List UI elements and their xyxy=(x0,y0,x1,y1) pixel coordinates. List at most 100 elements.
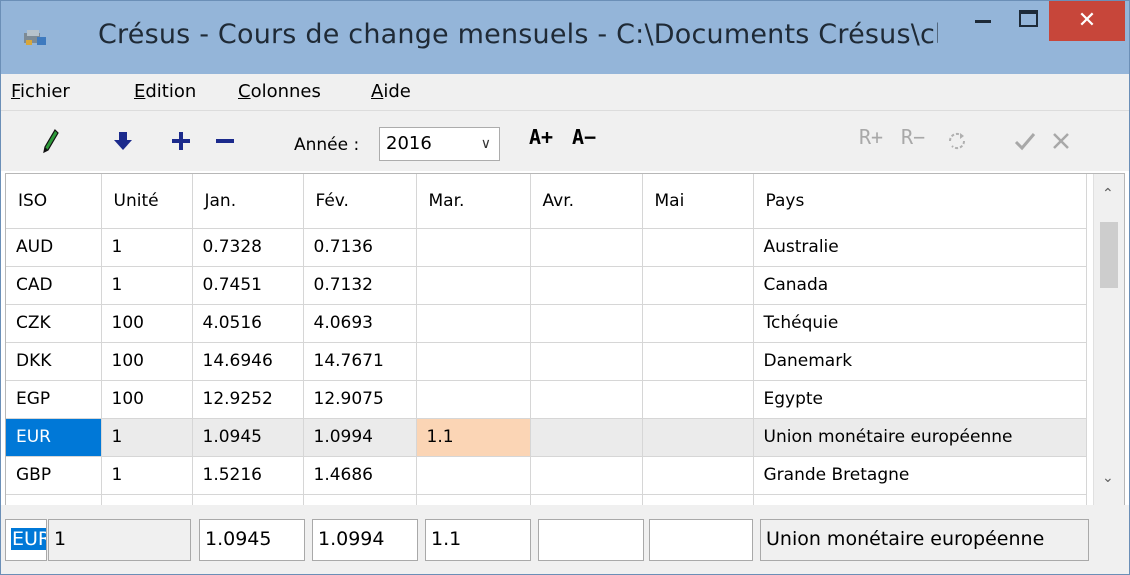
cell-mar[interactable] xyxy=(416,380,531,419)
cell-mar[interactable] xyxy=(416,342,531,381)
cell-country[interactable]: Tchéquie xyxy=(753,304,1087,343)
cell-iso[interactable]: AUD xyxy=(6,228,102,267)
cell-jan[interactable]: 1.0945 xyxy=(192,418,304,457)
font-smaller-button[interactable]: A− xyxy=(572,125,596,149)
cell-apr[interactable] xyxy=(530,342,643,381)
table-row[interactable]: EUR 1 1.0945 1.0994 1.1 Union monétaire europ… xyxy=(6,418,1087,457)
remove-row-button[interactable] xyxy=(211,123,239,159)
cell-apr[interactable] xyxy=(530,304,643,343)
row-add-button[interactable]: R+ xyxy=(859,125,883,149)
cell-may[interactable] xyxy=(642,228,754,267)
col-header-country[interactable]: Pays xyxy=(753,174,1087,229)
table-row[interactable]: CZK 100 4.0516 4.0693 Tchéquie xyxy=(6,304,1087,343)
edit-country-field[interactable]: Union monétaire européenne xyxy=(760,519,1089,561)
maximize-button[interactable] xyxy=(1005,1,1049,41)
menu-edition[interactable]: Edition xyxy=(134,81,196,102)
minimize-button[interactable] xyxy=(957,1,1005,41)
col-header-iso[interactable]: ISO xyxy=(6,174,102,229)
vertical-scrollbar[interactable]: ⌃ ⌄ xyxy=(1093,174,1124,505)
font-bigger-button[interactable]: A+ xyxy=(529,125,553,149)
cell-unit[interactable]: 100 xyxy=(101,304,193,343)
cell-country[interactable]: Danemark xyxy=(753,342,1087,381)
cell-jan[interactable]: 14.6946 xyxy=(192,342,304,381)
cell-unit[interactable]: 1 xyxy=(101,456,193,495)
cell-iso[interactable]: CZK xyxy=(6,304,102,343)
table-row[interactable]: AUD 1 0.7328 0.7136 Australie xyxy=(6,228,1087,267)
table-row[interactable]: EGP 100 12.9252 12.9075 Egypte xyxy=(6,380,1087,419)
cell-feb[interactable]: 1.0994 xyxy=(303,418,417,457)
cell-jan[interactable]: 0.7451 xyxy=(192,266,304,305)
cell-jan[interactable]: 1.5216 xyxy=(192,456,304,495)
scroll-up-icon[interactable]: ⌃ xyxy=(1102,186,1114,202)
edit-jan-field[interactable]: 1.0945 xyxy=(199,519,305,561)
cell-may[interactable] xyxy=(642,342,754,381)
cell-country[interactable]: Australie xyxy=(753,228,1087,267)
edit-may-field[interactable] xyxy=(649,519,753,561)
scroll-down-icon[interactable]: ⌄ xyxy=(1102,470,1114,486)
cell-feb[interactable]: 4.0693 xyxy=(303,304,417,343)
cell-iso[interactable]: EGP xyxy=(6,380,102,419)
title-bar[interactable]: Crésus - Cours de change mensuels - C:\D… xyxy=(1,1,1129,74)
close-button[interactable]: ✕ xyxy=(1049,1,1125,41)
cell-may[interactable] xyxy=(642,380,754,419)
table-row[interactable]: CAD 1 0.7451 0.7132 Canada xyxy=(6,266,1087,305)
col-header-may[interactable]: Mai xyxy=(642,174,754,229)
scroll-thumb[interactable] xyxy=(1100,222,1118,288)
cell-country[interactable]: Egypte xyxy=(753,380,1087,419)
edit-mar-field[interactable]: 1.1 xyxy=(425,519,531,561)
cell-iso[interactable]: CAD xyxy=(6,266,102,305)
cell-unit[interactable]: 1 xyxy=(101,228,193,267)
rates-grid[interactable]: ISO Unité Jan. Fév. Mar. Avr. Mai Pays A… xyxy=(5,173,1125,506)
row-remove-button[interactable]: R− xyxy=(901,125,925,149)
menu-aide[interactable]: Aide xyxy=(371,81,411,102)
cell-feb[interactable]: 0.7136 xyxy=(303,228,417,267)
cell-feb[interactable]: 14.7671 xyxy=(303,342,417,381)
cell-iso[interactable]: EUR xyxy=(6,418,102,457)
cell-mar[interactable] xyxy=(416,266,531,305)
col-header-apr[interactable]: Avr. xyxy=(530,174,643,229)
col-header-mar[interactable]: Mar. xyxy=(416,174,531,229)
cell-apr[interactable] xyxy=(530,456,643,495)
cell-unit[interactable]: 100 xyxy=(101,380,193,419)
add-row-button[interactable] xyxy=(167,123,195,159)
refresh-button[interactable] xyxy=(943,123,971,159)
cell-jan[interactable]: 4.0516 xyxy=(192,304,304,343)
cell-mar[interactable] xyxy=(416,456,531,495)
cell-apr[interactable] xyxy=(530,266,643,305)
edit-button[interactable] xyxy=(37,123,65,159)
cell-may[interactable] xyxy=(642,456,754,495)
edit-apr-field[interactable] xyxy=(538,519,644,561)
cell-feb[interactable]: 12.9075 xyxy=(303,380,417,419)
edit-unit-field[interactable]: 1 xyxy=(48,519,191,561)
validate-button[interactable] xyxy=(1011,123,1039,159)
cell-country[interactable]: Grande Bretagne xyxy=(753,456,1087,495)
cell-jan[interactable]: 0.7328 xyxy=(192,228,304,267)
cell-mar[interactable] xyxy=(416,228,531,267)
cell-apr[interactable] xyxy=(530,380,643,419)
table-row[interactable]: DKK 100 14.6946 14.7671 Danemark xyxy=(6,342,1087,381)
cell-apr[interactable] xyxy=(530,418,643,457)
cell-mar[interactable] xyxy=(416,304,531,343)
menu-colonnes[interactable]: Colonnes xyxy=(238,81,321,102)
cell-may[interactable] xyxy=(642,266,754,305)
menu-fichier[interactable]: Fichier xyxy=(11,81,70,102)
cell-may[interactable] xyxy=(642,304,754,343)
col-header-unit[interactable]: Unité xyxy=(101,174,193,229)
cell-unit[interactable]: 100 xyxy=(101,342,193,381)
cell-country[interactable]: Canada xyxy=(753,266,1087,305)
col-header-feb[interactable]: Fév. xyxy=(303,174,417,229)
edit-iso-field[interactable]: EUR xyxy=(5,519,47,561)
cell-iso[interactable]: GBP xyxy=(6,456,102,495)
cell-country[interactable]: Union monétaire européenne xyxy=(753,418,1087,457)
cell-unit[interactable]: 1 xyxy=(101,266,193,305)
col-header-jan[interactable]: Jan. xyxy=(192,174,304,229)
cell-feb[interactable]: 1.4686 xyxy=(303,456,417,495)
cell-iso[interactable]: DKK xyxy=(6,342,102,381)
cell-feb[interactable]: 0.7132 xyxy=(303,266,417,305)
move-down-button[interactable] xyxy=(109,123,137,159)
cell-may[interactable] xyxy=(642,418,754,457)
cell-unit[interactable]: 1 xyxy=(101,418,193,457)
cell-apr[interactable] xyxy=(530,228,643,267)
cell-jan[interactable]: 12.9252 xyxy=(192,380,304,419)
year-select[interactable]: 2016 ∨ xyxy=(379,127,500,161)
